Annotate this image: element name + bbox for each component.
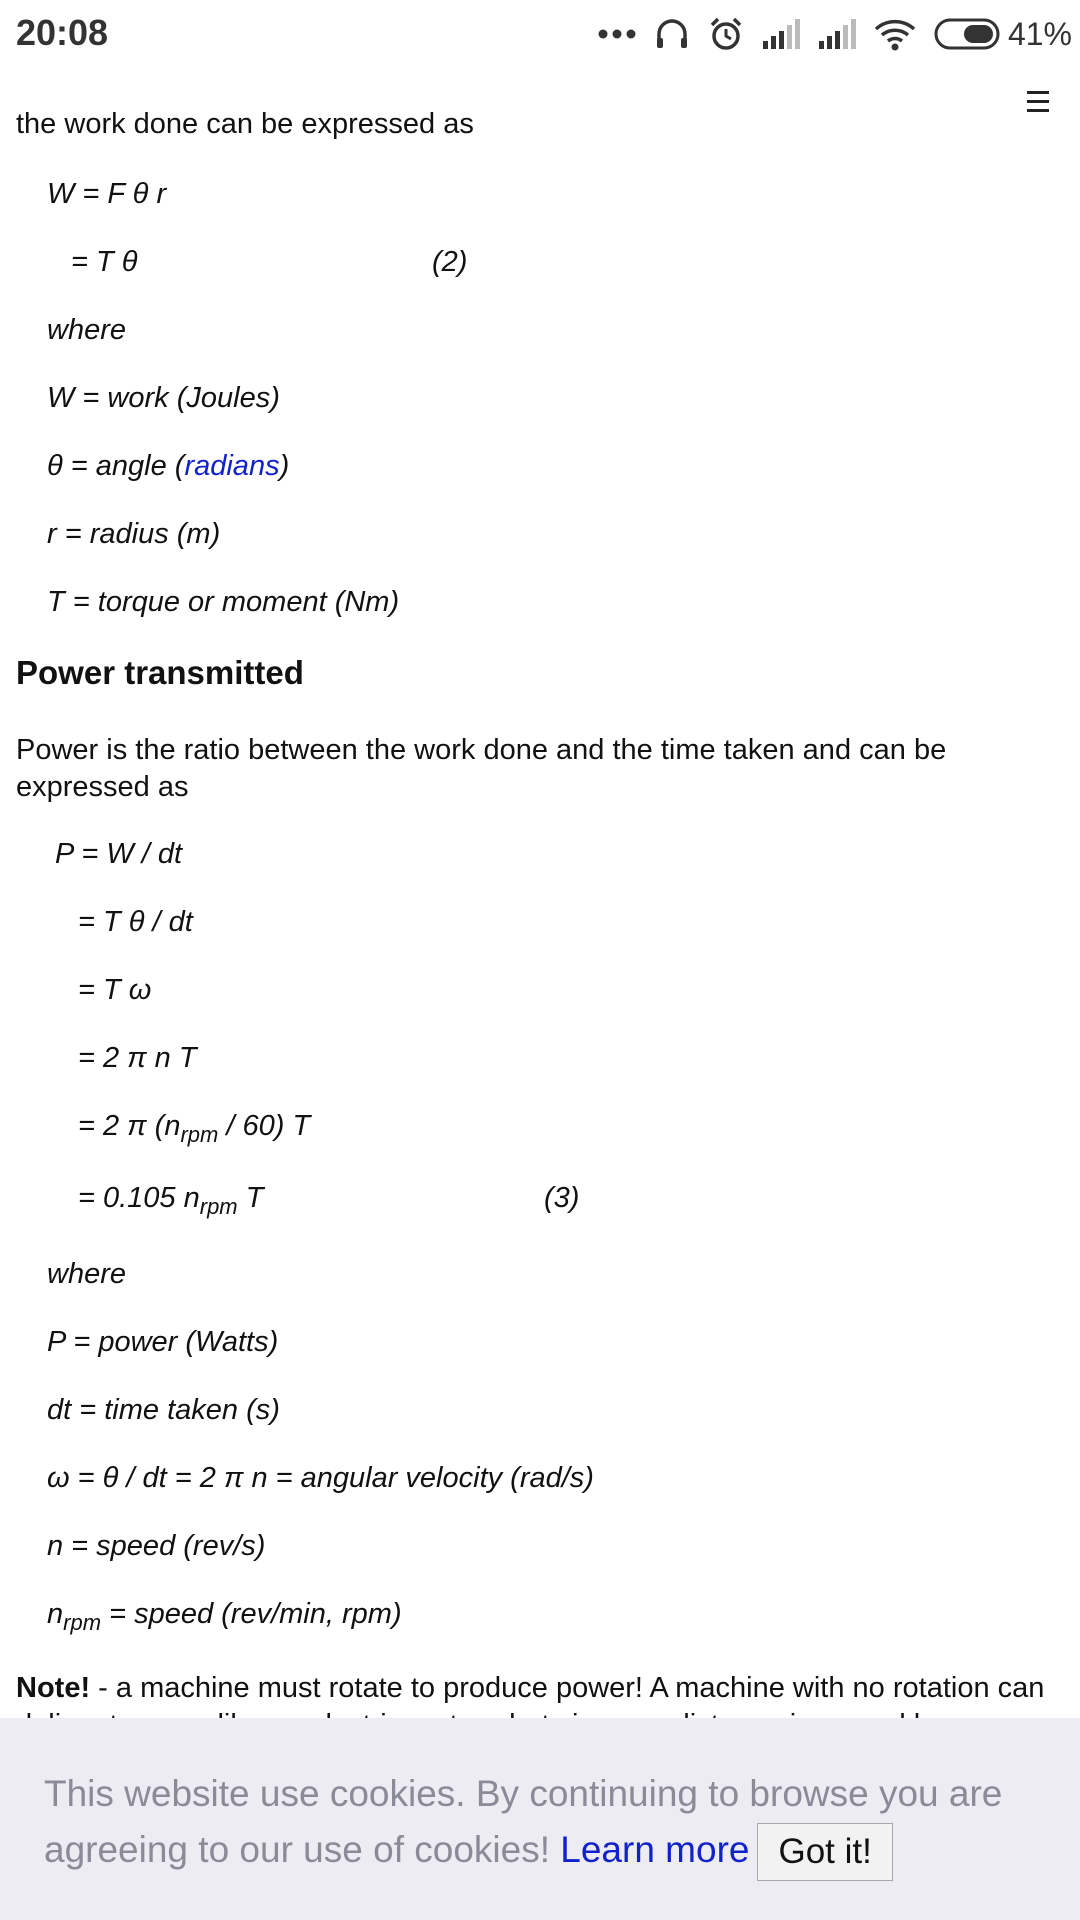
work-intro-text: the work done can be expressed as [16, 108, 474, 140]
equation-work-line-2: = T θ [71, 246, 138, 278]
note-label: Note! [16, 1672, 91, 1704]
def-angle: θ = angle (radians) [47, 450, 289, 483]
def-angular-velocity: ω = θ / dt = 2 π n = angular velocity (r… [47, 1462, 594, 1494]
battery-percentage: 41% [1007, 15, 1072, 52]
equation-power-line-1: P = W / dt [55, 838, 183, 870]
status-icons: 41% [580, 12, 1072, 56]
equation-power-line-3: = T ω [78, 974, 152, 1006]
def-speed: n = speed (rev/s) [47, 1530, 266, 1562]
power-transmitted-heading: Power transmitted [16, 654, 304, 691]
equation-power-line-4: = 2 π n T [78, 1042, 197, 1074]
def-power: P = power (Watts) [47, 1326, 279, 1358]
def-torque: T = torque or moment (Nm) [47, 586, 400, 618]
cookie-banner: This website use cookies. By continuing … [0, 1718, 1080, 1920]
equation-power-line-2: = T θ / dt [78, 906, 193, 938]
learn-more-link[interactable]: Learn more [560, 1829, 749, 1870]
equation-work-line-1: W = F θ r [47, 178, 167, 210]
alarm-icon [710, 17, 742, 50]
def-work: W = work (Joules) [47, 382, 280, 414]
equation-power-line-5: = 2 π (nrpm / 60) T [78, 1110, 310, 1148]
equation-number-2: (2) [432, 246, 468, 278]
status-time: 20:08 [16, 12, 109, 53]
wifi-icon [874, 19, 916, 51]
eq6-part-a: = 0.105 n [78, 1182, 200, 1214]
battery-icon [934, 18, 1000, 50]
eq5-part-b: / 60) T [218, 1110, 311, 1142]
more-dots-icon [598, 29, 636, 39]
nrpm-part-b: = speed (rev/min, rpm) [101, 1598, 402, 1630]
work-where-label: where [47, 314, 126, 346]
headphones-icon [656, 19, 687, 48]
eq6-subscript: rpm [199, 1193, 238, 1219]
nrpm-part-a: n [47, 1598, 64, 1630]
radians-link[interactable]: radians [184, 450, 279, 482]
signal-icon [762, 19, 800, 49]
def-speed-rpm: nrpm = speed (rev/min, rpm) [47, 1598, 402, 1636]
def-time: dt = time taken (s) [47, 1394, 280, 1426]
signal-icon [818, 19, 856, 49]
power-where-label: where [47, 1258, 126, 1290]
equation-number-3: (3) [544, 1182, 580, 1214]
eq5-subscript: rpm [180, 1121, 219, 1147]
cookie-message: This website use cookies. By continuing … [44, 1766, 1054, 1882]
power-intro-text: Power is the ratio between the work done… [16, 734, 947, 803]
equation-power-line-6: = 0.105 nrpm T [78, 1182, 263, 1220]
def-radius: r = radius (m) [47, 518, 221, 550]
status-bar: 20:08 41% [0, 0, 1080, 68]
got-it-button[interactable]: Got it! [757, 1823, 893, 1882]
def-angle-prefix: θ = angle ( [47, 450, 185, 482]
eq5-part-a: = 2 π (n [78, 1110, 181, 1142]
eq6-part-b: T [237, 1182, 264, 1214]
nrpm-subscript: rpm [63, 1609, 102, 1635]
def-angle-suffix: ) [279, 450, 290, 482]
